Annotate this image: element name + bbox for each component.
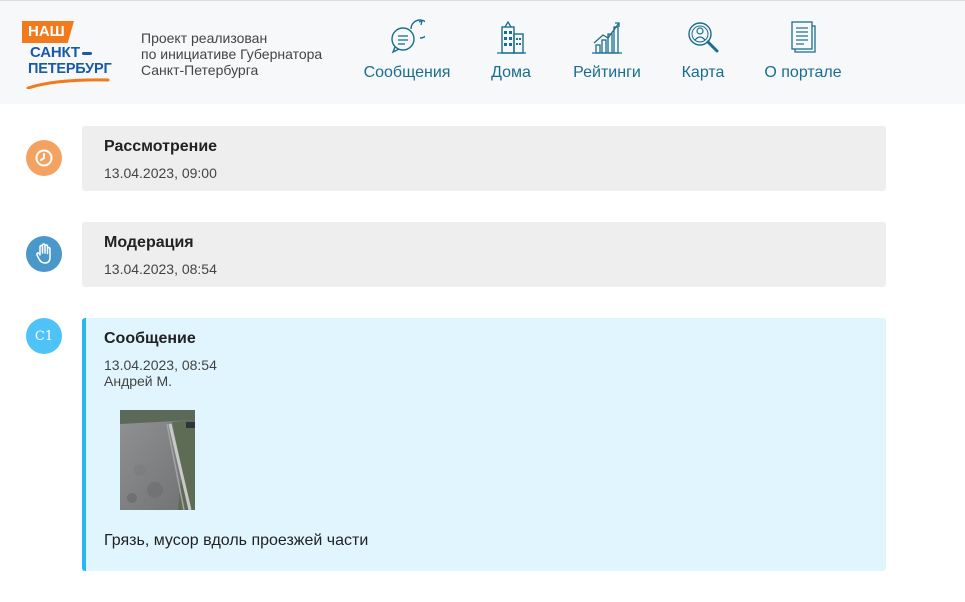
timeline-date: 13.04.2023, 09:00 (104, 165, 217, 181)
status-badge (26, 140, 62, 176)
message-author[interactable]: Андрей М. (104, 373, 864, 389)
rating-chart-icon (592, 22, 622, 54)
nav-label: Сообщения (363, 64, 451, 81)
timeline-title: Модерация (104, 234, 194, 251)
map-search-icon (688, 22, 719, 53)
chat-bubbles-icon (391, 19, 425, 54)
project-tagline: Проект реализован по инициативе Губернат… (141, 30, 322, 78)
message-photo-thumbnail[interactable] (120, 410, 195, 510)
nav-label: Карта (681, 64, 725, 81)
nav-houses[interactable]: Дома (482, 19, 540, 89)
buildings-icon (497, 20, 526, 54)
tagline-line: Проект реализован (141, 30, 268, 46)
timeline-date: 13.04.2023, 08:54 (104, 261, 217, 277)
site-header: НАШ САНКТ ПЕТЕРБУРГ Проект реализован по… (0, 0, 965, 104)
document-icon (791, 21, 816, 53)
nav-label: О портале (764, 64, 842, 81)
logo-line1: НАШ (22, 21, 74, 43)
timeline-card: Модерация 13.04.2023, 08:54 (82, 222, 886, 287)
clock-icon (35, 149, 53, 167)
logo-line2: САНКТ (30, 44, 80, 61)
site-logo[interactable]: НАШ САНКТ ПЕТЕРБУРГ (22, 21, 112, 89)
message-badge: C1 (26, 318, 62, 354)
nav-ratings[interactable]: Рейтинги (570, 19, 644, 89)
logo-line3: ПЕТЕРБУРГ (28, 61, 112, 77)
nav-messages[interactable]: Сообщения (362, 19, 452, 89)
nav-map[interactable]: Карта (678, 19, 728, 89)
nav-label: Дома (491, 64, 531, 81)
timeline-card: Рассмотрение 13.04.2023, 09:00 (82, 126, 886, 191)
hand-icon (36, 243, 51, 264)
nav-about[interactable]: О портале (762, 19, 844, 89)
tagline-line: Санкт-Петербурга (141, 62, 259, 78)
status-badge (26, 236, 62, 272)
message-card: Сообщение 13.04.2023, 08:54 Андрей М. Гр… (82, 318, 886, 571)
logo-swoosh-icon (26, 78, 110, 89)
tagline-line: по инициативе Губернатора (141, 46, 323, 62)
message-title: Сообщение (104, 330, 196, 347)
message-date: 13.04.2023, 08:54 (104, 357, 217, 373)
road-photo-image (120, 410, 195, 510)
nav-label: Рейтинги (573, 64, 641, 81)
message-text: Грязь, мусор вдоль проезжей части (104, 532, 369, 549)
timeline-title: Рассмотрение (104, 138, 218, 155)
